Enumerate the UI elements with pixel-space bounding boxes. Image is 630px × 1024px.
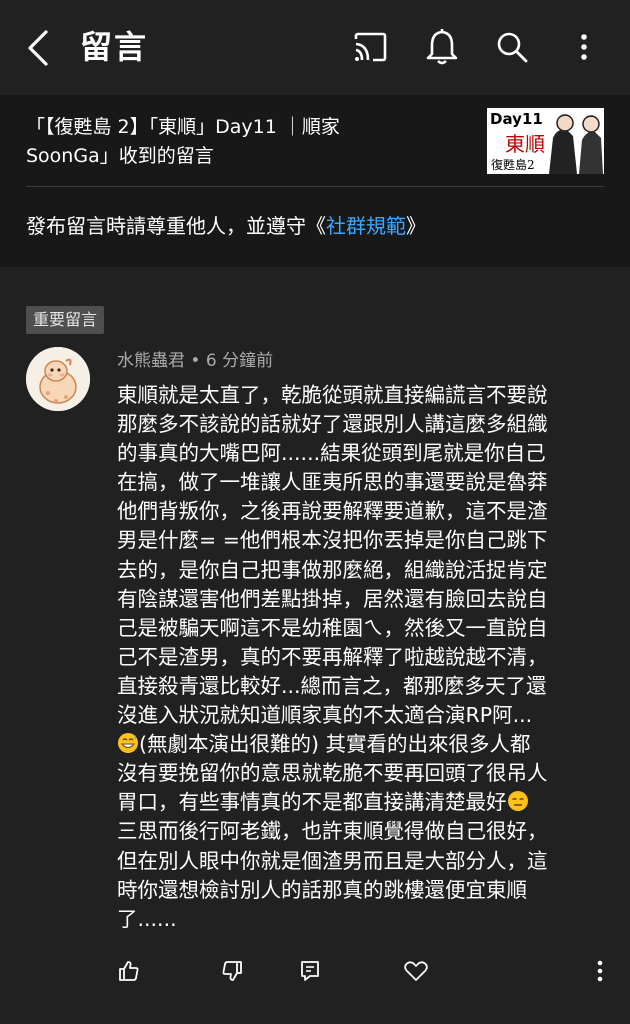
notifications-button[interactable] (424, 27, 460, 67)
comment-line: 時你還想檢討別人的話那真的跳樓還便宜東順 (117, 877, 527, 902)
search-button[interactable] (494, 27, 530, 67)
comment-line: 去的，是你自己把事做那麼絕，組織說活捉肯定 (117, 557, 548, 582)
comment-line: 在搞，做了一堆讓人匪夷所思的事還要說是魯莽 (117, 470, 548, 495)
bell-icon (426, 29, 458, 65)
expressionless-emoji (507, 790, 529, 812)
comment-line: 了...... (117, 906, 177, 931)
comment-more-button[interactable] (586, 956, 614, 986)
comment-action-bar (0, 956, 630, 988)
back-arrow-icon (28, 30, 48, 66)
cast-icon (354, 32, 387, 62)
video-title-line1: 「【復甦島 2】「東順」Day11 ｜順家 (26, 116, 340, 138)
comment-line: 男是什麼= =他們根本沒把你丟掉是你自己跳下 (117, 528, 548, 553)
top-app-bar: 留言 (0, 0, 630, 95)
thumb-up-icon (119, 961, 139, 981)
comment-timestamp: 6 分鐘前 (205, 351, 274, 371)
notice-suffix: 》 (406, 214, 426, 238)
video-title[interactable]: 「【復甦島 2】「東順」Day11 ｜順家 SoonGa」收到的留言 (26, 113, 446, 171)
comment-line-text: 胃口，有些事情真的不是都直接講清楚最好 (117, 790, 507, 815)
comment-line-with-emoji: 胃口，有些事情真的不是都直接講清楚最好 (117, 788, 607, 817)
comment-line-with-emoji: (無劇本演出很難的) 其實看的出來很多人都 (117, 730, 607, 759)
community-guidelines-notice: 發布留言時請尊重他人，並遵守《社群規範》 (26, 210, 426, 242)
reply-icon (301, 961, 319, 981)
panel-divider (26, 186, 604, 187)
notice-prefix: 發布留言時請尊重他人，並遵守《 (26, 214, 326, 238)
thumbnail-show-text: 復甦島2 (491, 158, 535, 172)
comment-text: 東順就是太直了，乾脆從頭就直接編謊言不要說 那麼多不該說的話就好了還跟別人講這麼… (117, 381, 607, 934)
meta-separator: • (185, 351, 206, 371)
search-icon (497, 32, 528, 63)
page-title: 留言 (80, 28, 149, 66)
thumbnail-name-text: 東順 (505, 132, 545, 156)
pinned-comment-badge: 重要留言 (26, 306, 105, 334)
like-button[interactable] (115, 956, 143, 986)
heart-icon (404, 961, 428, 981)
thumbnail-day-text: Day11 (490, 110, 543, 128)
comment-line: 他們背叛你，之後再說要解釋要道歉，這不是渣 (117, 499, 548, 524)
comment-line: 己不是渣男，真的不要再解釋了啦越說越不清， (117, 644, 548, 669)
comment-line: 有陰謀還害他們差點掛掉，居然還有臉回去說自 (117, 586, 548, 611)
sweat-smile-emoji (117, 732, 139, 754)
dislike-button[interactable] (218, 956, 246, 986)
more-vert-icon (597, 960, 603, 982)
back-button[interactable] (22, 28, 58, 68)
comment-line-text: (無劇本演出很難的) 其實看的出來很多人都 (139, 732, 531, 757)
more-options-button[interactable] (566, 27, 602, 67)
comment-line: 三思而後行阿老鐵，也許東順覺得做自己很好， (117, 819, 548, 844)
comment-line: 但在別人眼中你就是個渣男而且是大部分人，這 (117, 848, 548, 873)
video-thumbnail[interactable]: Day11 東順 復甦島2 (487, 108, 604, 174)
video-title-line2: SoonGa」收到的留言 (26, 145, 214, 167)
comment-line: 沒進入狀況就知道順家真的不太適合演RP阿... (117, 703, 533, 728)
comment-line: 直接殺青還比較好...總而言之，都那麼多天了還 (117, 673, 547, 698)
cast-button[interactable] (352, 27, 388, 67)
comment-line: 己是被騙天啊這不是幼稚園ㄟ，然後又一直說自 (117, 615, 548, 640)
comment-line: 東順就是太直了，乾脆從頭就直接編謊言不要說 (117, 383, 548, 407)
comment-line: 沒有要挽留你的意思就乾脆不要再回頭了很吊人 (117, 761, 548, 786)
thumb-down-icon (222, 961, 242, 981)
avatar-image (26, 347, 90, 411)
comment-line: 的事真的大嘴巴阿......結果從頭到尾就是你自己 (117, 441, 546, 466)
comment-line: 那麼多不該說的話就好了還跟別人講這麼多組織 (117, 412, 548, 437)
comment-author[interactable]: 水熊蟲君 (117, 351, 185, 371)
community-guidelines-link[interactable]: 社群規範 (326, 214, 406, 238)
avatar[interactable] (26, 347, 90, 411)
comment-meta: 水熊蟲君 • 6 分鐘前 (117, 348, 273, 374)
more-vert-icon (581, 34, 587, 60)
heart-button[interactable] (402, 956, 430, 986)
reply-button[interactable] (296, 956, 324, 986)
